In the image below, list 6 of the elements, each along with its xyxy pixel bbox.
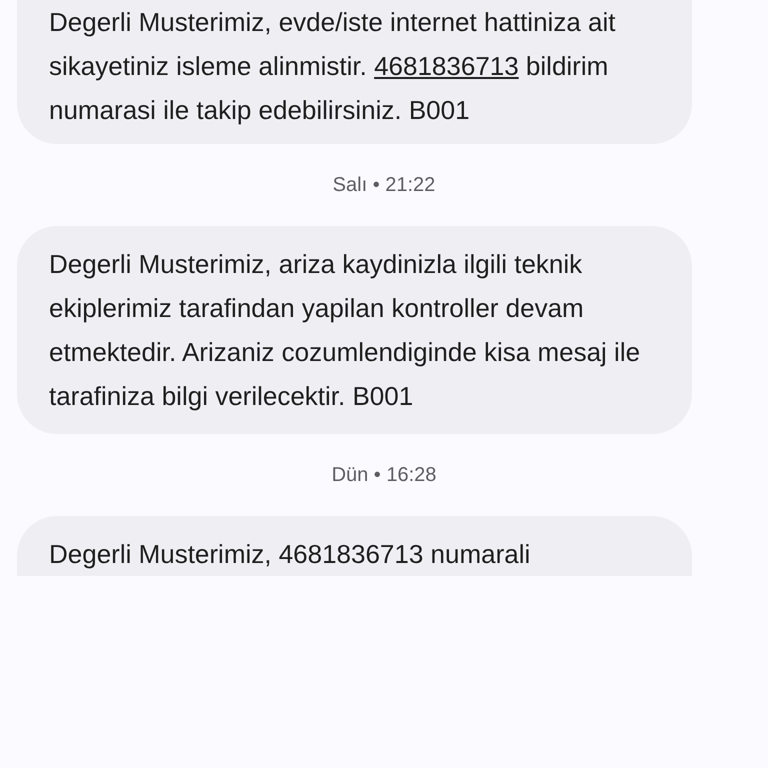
message-timestamp: Salı • 21:22 xyxy=(332,174,436,196)
notification-number-link[interactable]: 4681836713 xyxy=(374,51,519,81)
message-text: Degerli Musterimiz, ariza kaydinizla ilgili teknik ekiplerimiz tarafindan yapilan kontroller devam etmektedir. Arizaniz cozumlendiginde kisa mesaj ile tarafiniza bilgi verilecektir. B001 xyxy=(49,248,642,413)
message-text: Degerli Musterimiz, 4681836713 numarali xyxy=(49,538,532,571)
message-text: Degerli Musterimiz, evde/iste internet hattiniza ait sikayetiniz isleme alinmistir. 4681836713 bildirim numarasi ile takip edebilirsiniz. B001 xyxy=(49,6,616,127)
message-timestamp: Dün • 16:28 xyxy=(332,464,436,486)
